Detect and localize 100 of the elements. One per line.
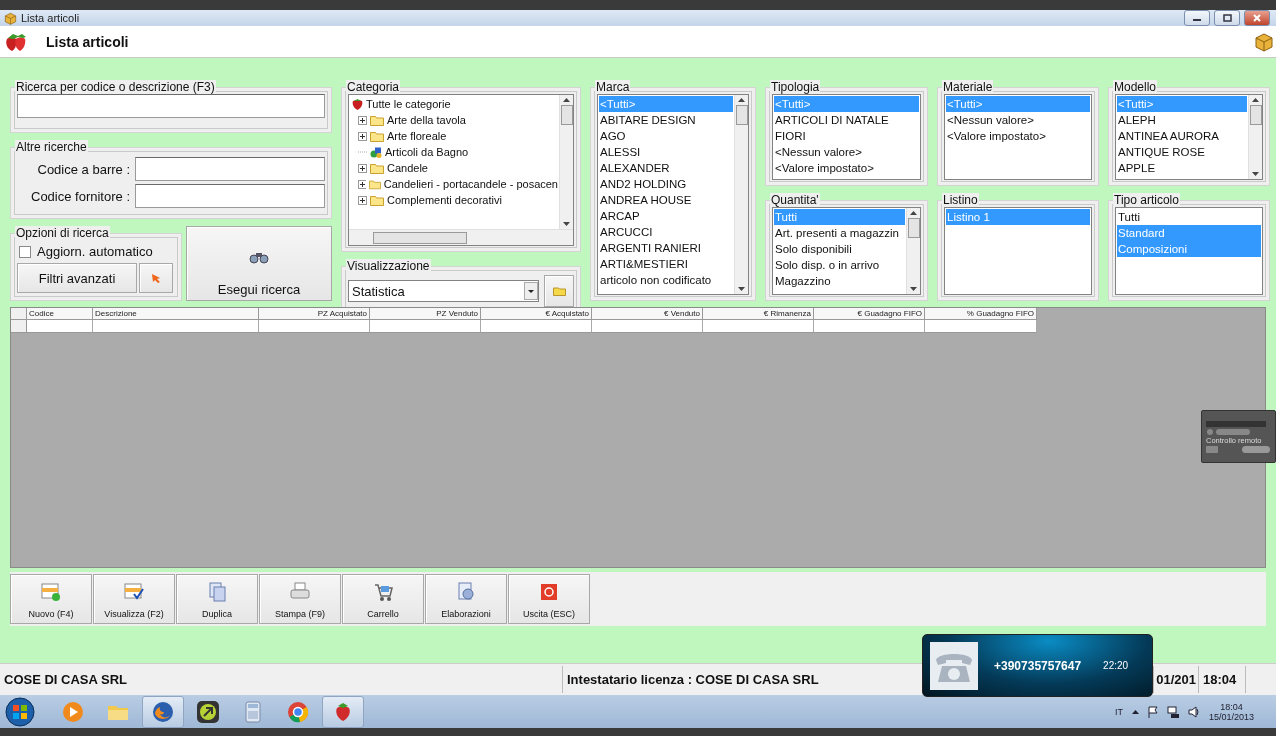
toolbar-button[interactable]: Visualizza (F2) xyxy=(93,574,175,624)
group-label: Opzioni di ricerca xyxy=(15,226,110,240)
list-item[interactable]: ALESSI xyxy=(599,144,733,160)
toolbar-button[interactable]: Carrello xyxy=(342,574,424,624)
list-item[interactable]: articolo non codificato xyxy=(599,272,733,288)
search-button[interactable]: Esegui ricerca xyxy=(186,226,332,301)
list-item[interactable]: ARCUCCI xyxy=(599,224,733,240)
column-header[interactable]: Codice xyxy=(27,308,93,320)
toolbar-button[interactable]: Duplica xyxy=(176,574,258,624)
language-indicator[interactable]: IT xyxy=(1114,706,1123,717)
list-item[interactable]: <Valore impostato> xyxy=(946,128,1090,144)
vertical-scrollbar[interactable] xyxy=(734,95,748,294)
row-header xyxy=(11,320,27,333)
down-arrow-icon[interactable] xyxy=(1252,172,1259,176)
list-item[interactable]: ARTI&MESTIERI xyxy=(599,256,733,272)
list-item[interactable]: ANDREA HOUSE xyxy=(599,192,733,208)
list-item[interactable]: Solo disp. o in arrivo xyxy=(774,257,905,273)
tree-item[interactable]: Complementi decorativi xyxy=(387,192,502,208)
column-header[interactable]: % Guadagno FIFO xyxy=(925,308,1037,320)
firefox-icon[interactable] xyxy=(151,699,175,724)
column-header[interactable]: Descrizione xyxy=(93,308,259,320)
group-label: Altre ricerche xyxy=(15,140,88,154)
list-item[interactable]: ANTINEA AURORA xyxy=(1117,128,1247,144)
input-field[interactable] xyxy=(135,184,325,208)
column-header[interactable]: PZ Acquistato xyxy=(259,308,370,320)
list-item[interactable]: Art. presenti a magazzin xyxy=(774,225,905,241)
scroll-thumb[interactable] xyxy=(373,231,467,244)
tree-item[interactable]: Arte floreale xyxy=(387,128,447,144)
down-arrow-icon[interactable] xyxy=(910,287,917,291)
network-icon[interactable] xyxy=(1166,705,1179,718)
list-item[interactable]: <Valore impostato> xyxy=(774,160,919,176)
minimize-button[interactable] xyxy=(1184,10,1210,26)
list-item[interactable]: <Nessun valore> xyxy=(774,144,919,160)
tree-item[interactable]: Articoli da Bagno xyxy=(385,144,469,160)
filter-button[interactable] xyxy=(139,263,173,293)
folder-button[interactable] xyxy=(544,275,574,307)
tree-item[interactable]: Candele xyxy=(387,160,428,176)
clock[interactable]: 18:04 15/01/2013 xyxy=(1208,701,1254,722)
expand-icon[interactable] xyxy=(358,179,366,189)
list-item[interactable]: ARTICOLI DI NATALE xyxy=(774,112,919,128)
list-item[interactable]: APPLE xyxy=(1117,160,1247,176)
list-item[interactable]: FIORI xyxy=(774,128,919,144)
up-arrow-icon[interactable] xyxy=(738,98,745,102)
expand-icon[interactable] xyxy=(358,131,367,141)
scroll-thumb[interactable] xyxy=(560,105,573,125)
taskbar-app[interactable] xyxy=(322,695,364,728)
column-header[interactable]: € Venduto xyxy=(592,308,703,320)
list-item[interactable]: ALEXANDER xyxy=(599,160,733,176)
toolbar-button[interactable]: Uscita (ESC) xyxy=(508,574,590,624)
start-button[interactable] xyxy=(4,695,36,728)
list-item[interactable]: ANTIQUE ROSE xyxy=(1117,144,1247,160)
list-item[interactable]: Tutti xyxy=(1117,209,1261,225)
list-item[interactable]: ALEPH xyxy=(1117,112,1247,128)
volume-icon[interactable] xyxy=(1187,705,1200,718)
group-label: Tipologia xyxy=(770,80,821,94)
down-arrow-icon[interactable] xyxy=(738,287,745,291)
up-arrow-icon[interactable] xyxy=(563,98,570,102)
column-header[interactable]: € Rimanenza xyxy=(703,308,814,320)
expand-icon[interactable] xyxy=(358,163,367,173)
horizontal-scrollbar[interactable] xyxy=(349,229,573,245)
toolbar-button[interactable]: Nuovo (F4) xyxy=(10,574,92,624)
scroll-thumb[interactable] xyxy=(735,105,748,125)
list-item[interactable]: Solo disponibili xyxy=(774,241,905,257)
view-dropdown[interactable]: Statistica xyxy=(348,280,539,302)
scroll-thumb[interactable] xyxy=(1249,105,1262,125)
expand-icon[interactable] xyxy=(358,115,367,125)
search-field[interactable] xyxy=(17,94,325,118)
maximize-button[interactable] xyxy=(1214,10,1240,26)
column-header[interactable]: PZ Venduto xyxy=(370,308,481,320)
list-item[interactable]: <Nessun valore> xyxy=(946,112,1090,128)
close-button[interactable] xyxy=(1244,10,1270,26)
column-header[interactable]: € Guadagno FIFO xyxy=(814,308,925,320)
toolbar-button[interactable]: Stampa (F9) xyxy=(259,574,341,624)
list-item[interactable]: ABITARE DESIGN xyxy=(599,112,733,128)
flag-icon[interactable] xyxy=(1147,705,1158,718)
up-arrow-icon[interactable] xyxy=(1252,98,1259,102)
table-cell xyxy=(27,320,93,333)
tree-item[interactable]: Arte della tavola xyxy=(387,112,466,128)
vertical-scrollbar[interactable] xyxy=(906,208,920,294)
up-arrow-icon[interactable] xyxy=(910,211,917,215)
list-item[interactable]: AND2 HOLDING xyxy=(599,176,733,192)
chrome-icon[interactable] xyxy=(286,699,310,724)
column-header[interactable]: € Acquistato xyxy=(481,308,592,320)
checkbox[interactable] xyxy=(19,245,31,258)
list-item[interactable]: ARCAP xyxy=(599,208,733,224)
list-item[interactable]: ARGENTI RANIERI xyxy=(599,240,733,256)
list-item[interactable]: AGO xyxy=(599,128,733,144)
chevron-icon[interactable] xyxy=(1131,709,1139,714)
taskbar-app[interactable] xyxy=(142,695,184,728)
vertical-scrollbar[interactable] xyxy=(1248,95,1262,179)
input-field[interactable] xyxy=(135,157,325,181)
tree-item[interactable]: Tutte le categorie xyxy=(366,96,451,112)
expand-icon[interactable] xyxy=(358,195,367,205)
advanced-filters-button[interactable]: Filtri avanzati xyxy=(17,263,137,293)
toolbar-button[interactable]: Elaborazioni xyxy=(425,574,507,624)
scroll-thumb[interactable] xyxy=(907,218,920,238)
list-item[interactable]: Magazzino xyxy=(774,273,905,289)
vertical-scrollbar[interactable] xyxy=(559,95,573,229)
tree-item[interactable]: Candelieri - portacandele - posacen xyxy=(383,176,558,192)
down-arrow-icon[interactable] xyxy=(563,222,570,226)
